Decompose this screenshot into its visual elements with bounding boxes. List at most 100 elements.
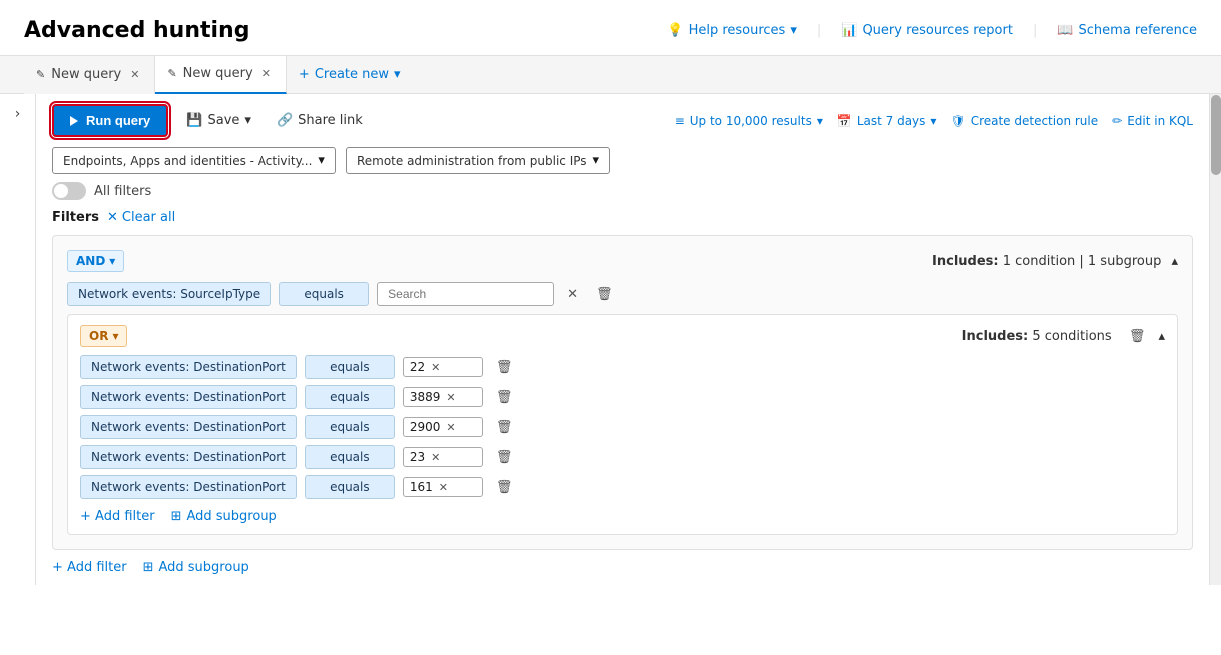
- category-filter-select[interactable]: Endpoints, Apps and identities - Activit…: [52, 147, 336, 174]
- tab-query-2[interactable]: ✎ New query ✕: [155, 56, 286, 94]
- share-link-button[interactable]: 🔗 Share link: [269, 108, 371, 133]
- scrollbar-thumb[interactable]: [1211, 95, 1221, 175]
- top-value-input[interactable]: [377, 282, 554, 306]
- or-field-2: Network events: DestinationPort: [80, 415, 297, 439]
- chevron-down-icon-save: ▾: [244, 113, 251, 128]
- edit-icon: ✏: [1112, 114, 1122, 128]
- main-content: Run query 💾 Save ▾ 🔗 Share link ≡: [36, 94, 1209, 585]
- edit-kql-button[interactable]: ✏ Edit in KQL: [1112, 114, 1193, 128]
- separator: |: [817, 23, 821, 38]
- or-condition-2: Network events: DestinationPort equals 2…: [80, 415, 1165, 439]
- query-icon-2: ✎: [167, 67, 176, 80]
- query-icon: ✎: [36, 68, 45, 81]
- or-val-clear-4[interactable]: ✕: [439, 481, 448, 494]
- x-icon: ✕: [107, 210, 118, 225]
- or-val-0: 22 ✕: [403, 357, 483, 377]
- play-icon: [70, 116, 78, 126]
- or-val-clear-2[interactable]: ✕: [446, 421, 455, 434]
- help-resources-button[interactable]: 💡 Help resources ▾: [667, 23, 797, 38]
- save-icon: 💾: [186, 113, 202, 128]
- toggle-thumb: [54, 184, 68, 198]
- and-includes-info: Includes: 1 condition | 1 subgroup ▴: [932, 254, 1178, 269]
- chevron-down-icon: ▾: [790, 23, 797, 38]
- share-icon: 🔗: [277, 113, 293, 128]
- query-resources-report-button[interactable]: 📊 Query resources report: [841, 23, 1013, 38]
- page-header: Advanced hunting 💡 Help resources ▾ | 📊 …: [0, 0, 1221, 56]
- or-val-clear-1[interactable]: ✕: [446, 391, 455, 404]
- bottom-add-filter-button[interactable]: + Add filter: [52, 560, 127, 575]
- or-op-2: equals: [305, 415, 395, 439]
- and-badge[interactable]: AND ▾: [67, 250, 124, 272]
- or-op-0: equals: [305, 355, 395, 379]
- chevron-down-icon-results: ▾: [817, 114, 823, 128]
- or-add-subgroup-button[interactable]: ⊞ Add subgroup: [171, 509, 277, 524]
- book-icon: 📖: [1057, 23, 1073, 38]
- or-delete-4[interactable]: 🗑: [491, 478, 518, 497]
- query-filter-select[interactable]: Remote administration from public IPs ▾: [346, 147, 610, 174]
- or-val-clear-0[interactable]: ✕: [431, 361, 440, 374]
- results-limit-button[interactable]: ≡ Up to 10,000 results ▾: [675, 114, 823, 128]
- tabs-bar: ✎ New query ✕ ✎ New query ✕ + Create new…: [0, 56, 1221, 94]
- or-condition-1: Network events: DestinationPort equals 3…: [80, 385, 1165, 409]
- all-filters-row: All filters: [52, 182, 1193, 200]
- or-field-4: Network events: DestinationPort: [80, 475, 297, 499]
- add-subgroup-icon-bottom: ⊞: [143, 560, 154, 575]
- top-delete-icon[interactable]: 🗑: [591, 285, 618, 304]
- chevron-down-icon-query: ▾: [593, 153, 600, 168]
- chevron-up-icon-or[interactable]: ▴: [1158, 329, 1165, 344]
- chevron-down-icon-time: ▾: [930, 114, 936, 128]
- create-detection-button[interactable]: 🛡 Create detection rule: [950, 114, 1098, 128]
- toolbar-left: Run query 💾 Save ▾ 🔗 Share link: [52, 104, 371, 137]
- scrollbar[interactable]: [1209, 94, 1221, 585]
- or-delete-2[interactable]: 🗑: [491, 418, 518, 437]
- or-delete-icon[interactable]: 🗑: [1124, 327, 1151, 346]
- chevron-up-icon-and[interactable]: ▴: [1171, 254, 1178, 269]
- bottom-add-subgroup-button[interactable]: ⊞ Add subgroup: [143, 560, 249, 575]
- or-badge[interactable]: OR ▾: [80, 325, 127, 347]
- run-query-button[interactable]: Run query: [52, 104, 168, 137]
- or-delete-0[interactable]: 🗑: [491, 358, 518, 377]
- schema-reference-button[interactable]: 📖 Schema reference: [1057, 23, 1197, 38]
- or-val-clear-3[interactable]: ✕: [431, 451, 440, 464]
- or-op-4: equals: [305, 475, 395, 499]
- tab-query-1[interactable]: ✎ New query ✕: [24, 56, 155, 94]
- top-clear-icon[interactable]: ✕: [562, 285, 583, 304]
- content-area: › Run query 💾 Save ▾ 🔗: [0, 94, 1221, 585]
- tab-close-1[interactable]: ✕: [127, 66, 142, 83]
- or-field-1: Network events: DestinationPort: [80, 385, 297, 409]
- filters-header: Filters ✕ Clear all: [52, 210, 1193, 225]
- or-field-0: Network events: DestinationPort: [80, 355, 297, 379]
- sidebar-collapse-button[interactable]: ›: [0, 94, 36, 585]
- tab-close-2[interactable]: ✕: [259, 65, 274, 82]
- save-button[interactable]: 💾 Save ▾: [178, 108, 259, 133]
- bottom-add-footer: + Add filter ⊞ Add subgroup: [52, 560, 1193, 575]
- or-add-filter-button[interactable]: + Add filter: [80, 509, 155, 524]
- chevron-down-icon-and: ▾: [109, 254, 115, 268]
- filter-row: Endpoints, Apps and identities - Activit…: [52, 147, 1193, 174]
- header-actions: 💡 Help resources ▾ | 📊 Query resources r…: [667, 23, 1197, 38]
- lightbulb-icon: 💡: [667, 23, 683, 38]
- or-includes-info: Includes: 5 conditions 🗑 ▴: [962, 329, 1165, 344]
- or-val-2: 2900 ✕: [403, 417, 483, 437]
- and-box-header: AND ▾ Includes: 1 condition | 1 subgroup…: [67, 250, 1178, 272]
- shield-icon: 🛡: [950, 114, 965, 128]
- or-op-3: equals: [305, 445, 395, 469]
- plus-icon: +: [299, 67, 310, 82]
- or-delete-3[interactable]: 🗑: [491, 448, 518, 467]
- chevron-down-icon-tab: ▾: [394, 67, 401, 82]
- or-field-3: Network events: DestinationPort: [80, 445, 297, 469]
- or-val-1: 3889 ✕: [403, 387, 483, 407]
- or-val-3: 23 ✕: [403, 447, 483, 467]
- top-operator: equals: [279, 282, 369, 306]
- chevron-down-icon-cat: ▾: [318, 153, 325, 168]
- time-range-button[interactable]: 📅 Last 7 days ▾: [837, 114, 937, 128]
- clear-all-button[interactable]: ✕ Clear all: [107, 210, 175, 225]
- add-subgroup-icon: ⊞: [171, 509, 182, 524]
- top-field: Network events: SourceIpType: [67, 282, 271, 306]
- or-delete-1[interactable]: 🗑: [491, 388, 518, 407]
- chevron-right-icon: ›: [15, 106, 21, 122]
- or-condition-3: Network events: DestinationPort equals 2…: [80, 445, 1165, 469]
- all-filters-toggle[interactable]: [52, 182, 86, 200]
- create-new-tab[interactable]: + Create new ▾: [287, 56, 413, 94]
- or-op-1: equals: [305, 385, 395, 409]
